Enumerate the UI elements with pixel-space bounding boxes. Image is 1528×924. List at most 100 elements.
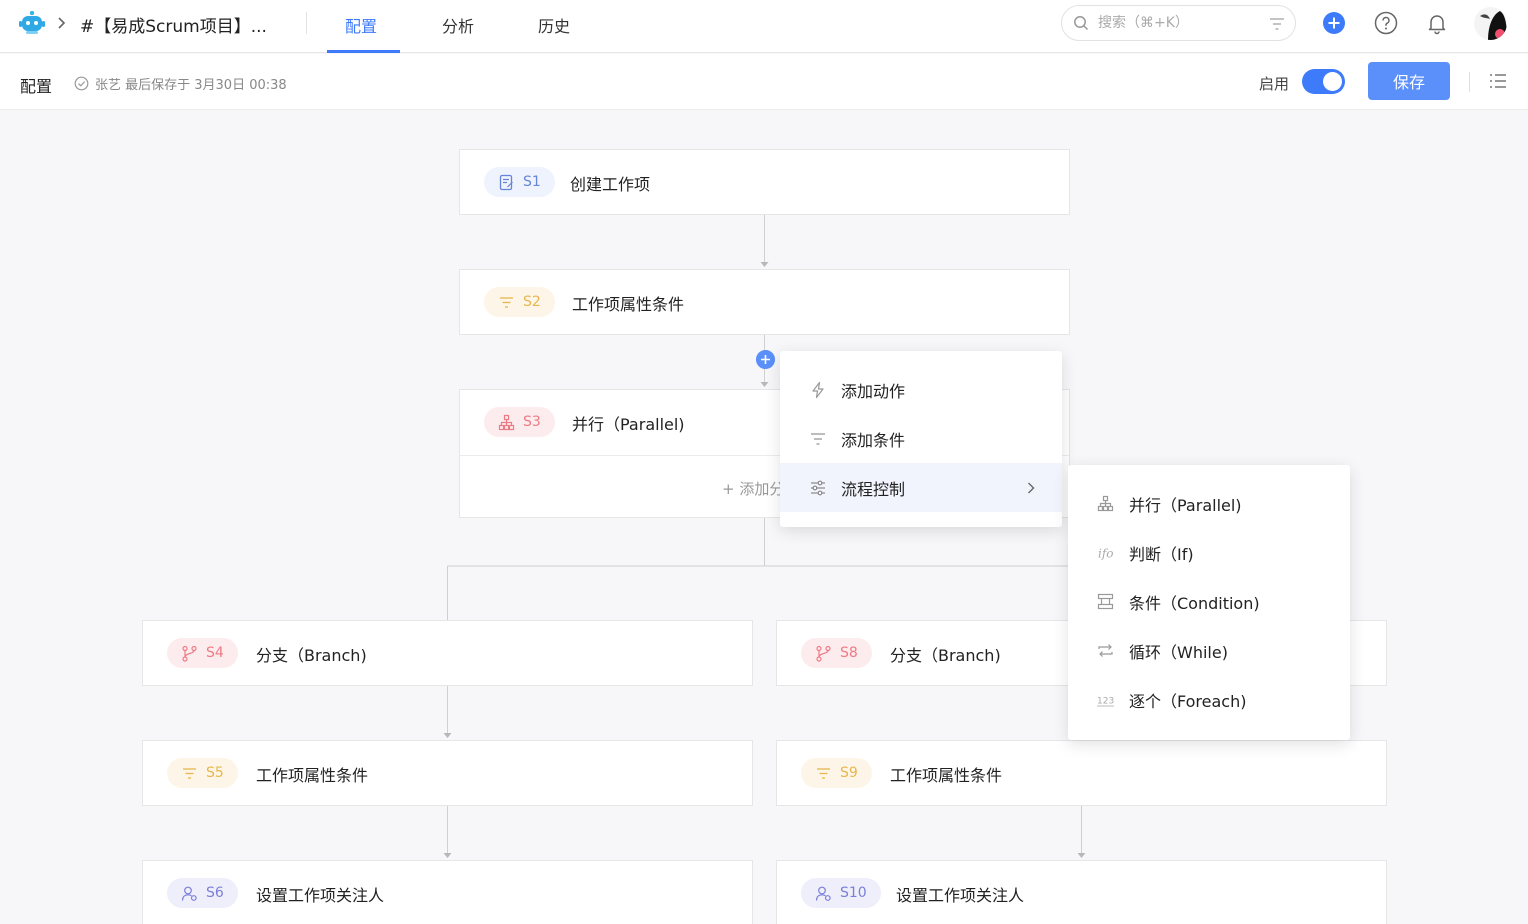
node-label: 分支（Branch) bbox=[256, 646, 367, 665]
menu-item-foreach[interactable]: 123 逐个（Foreach) bbox=[1068, 675, 1350, 724]
menu-item-label: 循环（While) bbox=[1129, 642, 1228, 662]
step-id: S6 bbox=[206, 885, 224, 901]
step-id: S2 bbox=[523, 294, 541, 310]
filter-icon[interactable] bbox=[1269, 16, 1285, 32]
search-input[interactable] bbox=[1098, 12, 1258, 34]
menu-item-flow-control[interactable]: 流程控制 bbox=[780, 463, 1062, 512]
svg-text:ifo: ifo bbox=[1098, 547, 1114, 561]
step-badge: S5 bbox=[167, 758, 238, 788]
node-label: 创建工作项 bbox=[570, 175, 651, 194]
sliders-icon bbox=[811, 480, 825, 495]
node-label: 设置工作项关注人 bbox=[256, 886, 385, 905]
tab-analysis[interactable]: 分析 bbox=[442, 13, 474, 37]
menu-item-add-action[interactable]: 添加动作 bbox=[780, 365, 1062, 414]
flow-node-s1[interactable]: S1 创建工作项 bbox=[459, 149, 1070, 215]
flow-node-s10[interactable]: S10 设置工作项关注人 bbox=[776, 860, 1387, 924]
menu-item-label: 判断（If) bbox=[1129, 544, 1194, 564]
step-id: S1 bbox=[523, 174, 541, 190]
menu-item-add-condition[interactable]: 添加条件 bbox=[780, 414, 1062, 463]
step-id: S3 bbox=[523, 414, 541, 430]
search-icon bbox=[1074, 16, 1089, 31]
menu-item-label: 逐个（Foreach) bbox=[1129, 691, 1247, 711]
menu-item-label: 并行（Parallel) bbox=[1129, 495, 1242, 515]
menu-item-label: 条件（Condition) bbox=[1129, 593, 1260, 613]
menu-item-label: 流程控制 bbox=[841, 479, 906, 499]
branch-icon bbox=[816, 645, 831, 662]
list-icon[interactable] bbox=[1488, 71, 1508, 91]
enable-toggle[interactable] bbox=[1302, 69, 1345, 94]
menu-item-condition[interactable]: 条件（Condition) bbox=[1068, 577, 1350, 626]
flow-node-s4[interactable]: S4 分支（Branch) bbox=[142, 620, 753, 686]
robot-logo-icon[interactable] bbox=[19, 11, 45, 35]
divider bbox=[306, 12, 307, 34]
step-badge: S4 bbox=[167, 638, 238, 668]
step-badge: S2 bbox=[484, 287, 555, 317]
node-label: 工作项属性条件 bbox=[572, 295, 685, 314]
save-status: 张艺 最后保存于 3月30日 00:38 bbox=[74, 74, 287, 93]
node-label: 工作项属性条件 bbox=[890, 766, 1003, 785]
insert-step-button[interactable] bbox=[756, 350, 775, 369]
toggle-knob bbox=[1323, 72, 1342, 91]
step-id: S4 bbox=[206, 645, 224, 661]
page-title: 配置 bbox=[20, 77, 53, 96]
help-icon[interactable] bbox=[1374, 11, 1398, 35]
menu-item-if[interactable]: ifo 判断（If) bbox=[1068, 528, 1350, 577]
menu-item-label: 添加动作 bbox=[841, 381, 906, 401]
node-label: 并行（Parallel) bbox=[572, 415, 685, 434]
active-tab-indicator bbox=[327, 50, 400, 53]
avatar[interactable] bbox=[1474, 7, 1507, 40]
bell-icon[interactable] bbox=[1425, 11, 1449, 35]
check-circle-icon bbox=[74, 76, 89, 91]
config-header: 配置 张艺 最后保存于 3月30日 00:38 启用 保存 bbox=[0, 54, 1528, 110]
step-badge: S9 bbox=[801, 758, 872, 788]
filter-icon bbox=[183, 767, 196, 779]
flow-control-submenu: 并行（Parallel) ifo 判断（If) 条件（Condition) 循环… bbox=[1068, 465, 1350, 740]
flow-node-s9[interactable]: S9 工作项属性条件 bbox=[776, 740, 1387, 806]
step-id: S9 bbox=[840, 765, 858, 781]
document-edit-icon bbox=[499, 174, 513, 190]
svg-text:123: 123 bbox=[1097, 697, 1114, 707]
step-badge: S1 bbox=[484, 167, 555, 197]
chevron-right-icon bbox=[1028, 482, 1035, 493]
filter-icon bbox=[817, 767, 830, 779]
node-label: 分支（Branch) bbox=[890, 646, 1001, 665]
flow-node-s6[interactable]: S6 设置工作项关注人 bbox=[142, 860, 753, 924]
add-branch-button[interactable]: + 添加分 bbox=[722, 478, 784, 499]
save-status-text: 张艺 最后保存于 3月30日 00:38 bbox=[95, 78, 287, 93]
node-label: 工作项属性条件 bbox=[256, 766, 369, 785]
user-follow-icon bbox=[815, 886, 831, 901]
search-box[interactable] bbox=[1061, 5, 1296, 41]
condition-icon bbox=[1097, 593, 1114, 610]
flow-canvas: S1 创建工作项 S2 工作项属性条件 S3 并行（Parallel) + 添加… bbox=[0, 111, 1528, 924]
enable-label: 启用 bbox=[1259, 75, 1290, 93]
flow-node-s5[interactable]: S5 工作项属性条件 bbox=[142, 740, 753, 806]
add-circle-icon[interactable] bbox=[1322, 11, 1346, 35]
if-icon: ifo bbox=[1098, 547, 1114, 561]
save-button[interactable]: 保存 bbox=[1368, 62, 1450, 100]
divider bbox=[1469, 72, 1470, 92]
step-id: S8 bbox=[840, 645, 858, 661]
step-badge: S8 bbox=[801, 638, 872, 668]
filter-icon bbox=[500, 296, 513, 308]
hierarchy-icon bbox=[498, 414, 515, 430]
add-step-menu: 添加动作 添加条件 流程控制 bbox=[780, 351, 1062, 527]
loop-icon bbox=[1098, 644, 1113, 657]
filter-icon bbox=[811, 432, 825, 445]
tab-config[interactable]: 配置 bbox=[345, 13, 377, 37]
number-icon: 123 bbox=[1097, 697, 1114, 707]
project-title[interactable]: #【易成Scrum项目】... bbox=[80, 12, 267, 37]
step-id: S5 bbox=[206, 765, 224, 781]
menu-item-label: 添加条件 bbox=[841, 430, 906, 450]
menu-item-while[interactable]: 循环（While) bbox=[1068, 626, 1350, 675]
node-label: 设置工作项关注人 bbox=[896, 886, 1025, 905]
chevron-right-icon bbox=[58, 17, 66, 29]
user-follow-icon bbox=[181, 886, 197, 901]
branch-icon bbox=[182, 645, 197, 662]
step-badge: S6 bbox=[167, 878, 238, 908]
step-badge: S3 bbox=[484, 407, 555, 437]
hierarchy-icon bbox=[1097, 495, 1114, 512]
flow-node-s2[interactable]: S2 工作项属性条件 bbox=[459, 269, 1070, 335]
menu-item-parallel[interactable]: 并行（Parallel) bbox=[1068, 479, 1350, 528]
tab-history[interactable]: 历史 bbox=[538, 13, 570, 37]
avatar-image-icon bbox=[1474, 7, 1507, 40]
